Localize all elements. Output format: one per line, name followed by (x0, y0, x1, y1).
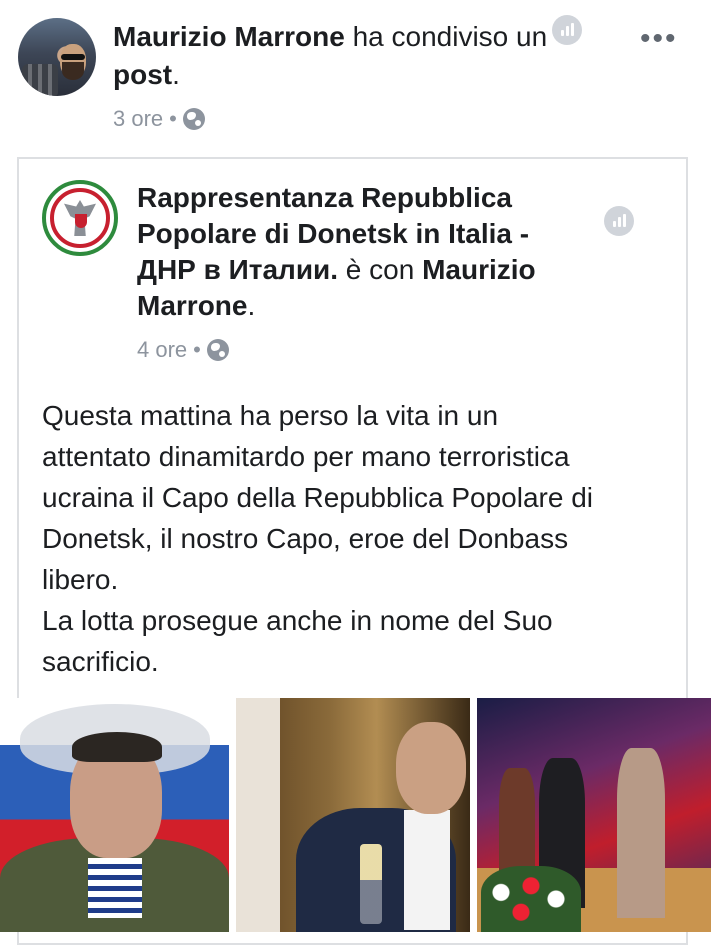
with-text: è con (338, 254, 423, 285)
post-photo-3[interactable] (477, 698, 711, 932)
more-options-icon[interactable]: ••• (640, 22, 678, 56)
tagged-period: . (247, 290, 256, 321)
shared-post-timestamp[interactable]: 4 ore (137, 332, 187, 368)
globe-icon (182, 108, 205, 130)
author-avatar[interactable] (18, 18, 96, 96)
shared-action-text: ha condiviso un (344, 21, 548, 52)
stats-icon[interactable] (604, 206, 634, 236)
post-meta: 3 ore • (113, 100, 583, 138)
message-line: libero. (42, 564, 119, 595)
shared-post-link[interactable]: post (113, 59, 172, 90)
shared-post-header: Rappresentanza Repubblica Popolare di Do… (137, 180, 592, 368)
message-line: attentato dinamitardo per mano terrorist… (42, 441, 570, 472)
stats-icon[interactable] (552, 15, 582, 45)
post-message: Questa mattina ha perso la vita in un at… (42, 395, 682, 682)
message-line: ucraina il Capo della Repubblica Popolar… (42, 482, 594, 513)
post-timestamp[interactable]: 3 ore (113, 100, 163, 138)
message-line: Questa mattina ha perso la vita in un (42, 400, 499, 431)
globe-icon (206, 339, 229, 361)
action-period: . (172, 59, 180, 90)
message-line: sacrificio. (42, 646, 159, 677)
shared-post-meta: 4 ore • (137, 332, 592, 368)
message-line: La lotta prosegue anche in nome del Suo (42, 605, 553, 636)
post-header: Maurizio Marrone ha condiviso un post. 3… (113, 18, 583, 138)
post-photo-1[interactable] (0, 698, 229, 932)
post-photo-2[interactable] (236, 698, 470, 932)
page-logo[interactable] (42, 180, 118, 256)
author-name[interactable]: Maurizio Marrone (113, 21, 345, 52)
message-line: Donetsk, il nostro Capo, eroe del Donbas… (42, 523, 569, 554)
